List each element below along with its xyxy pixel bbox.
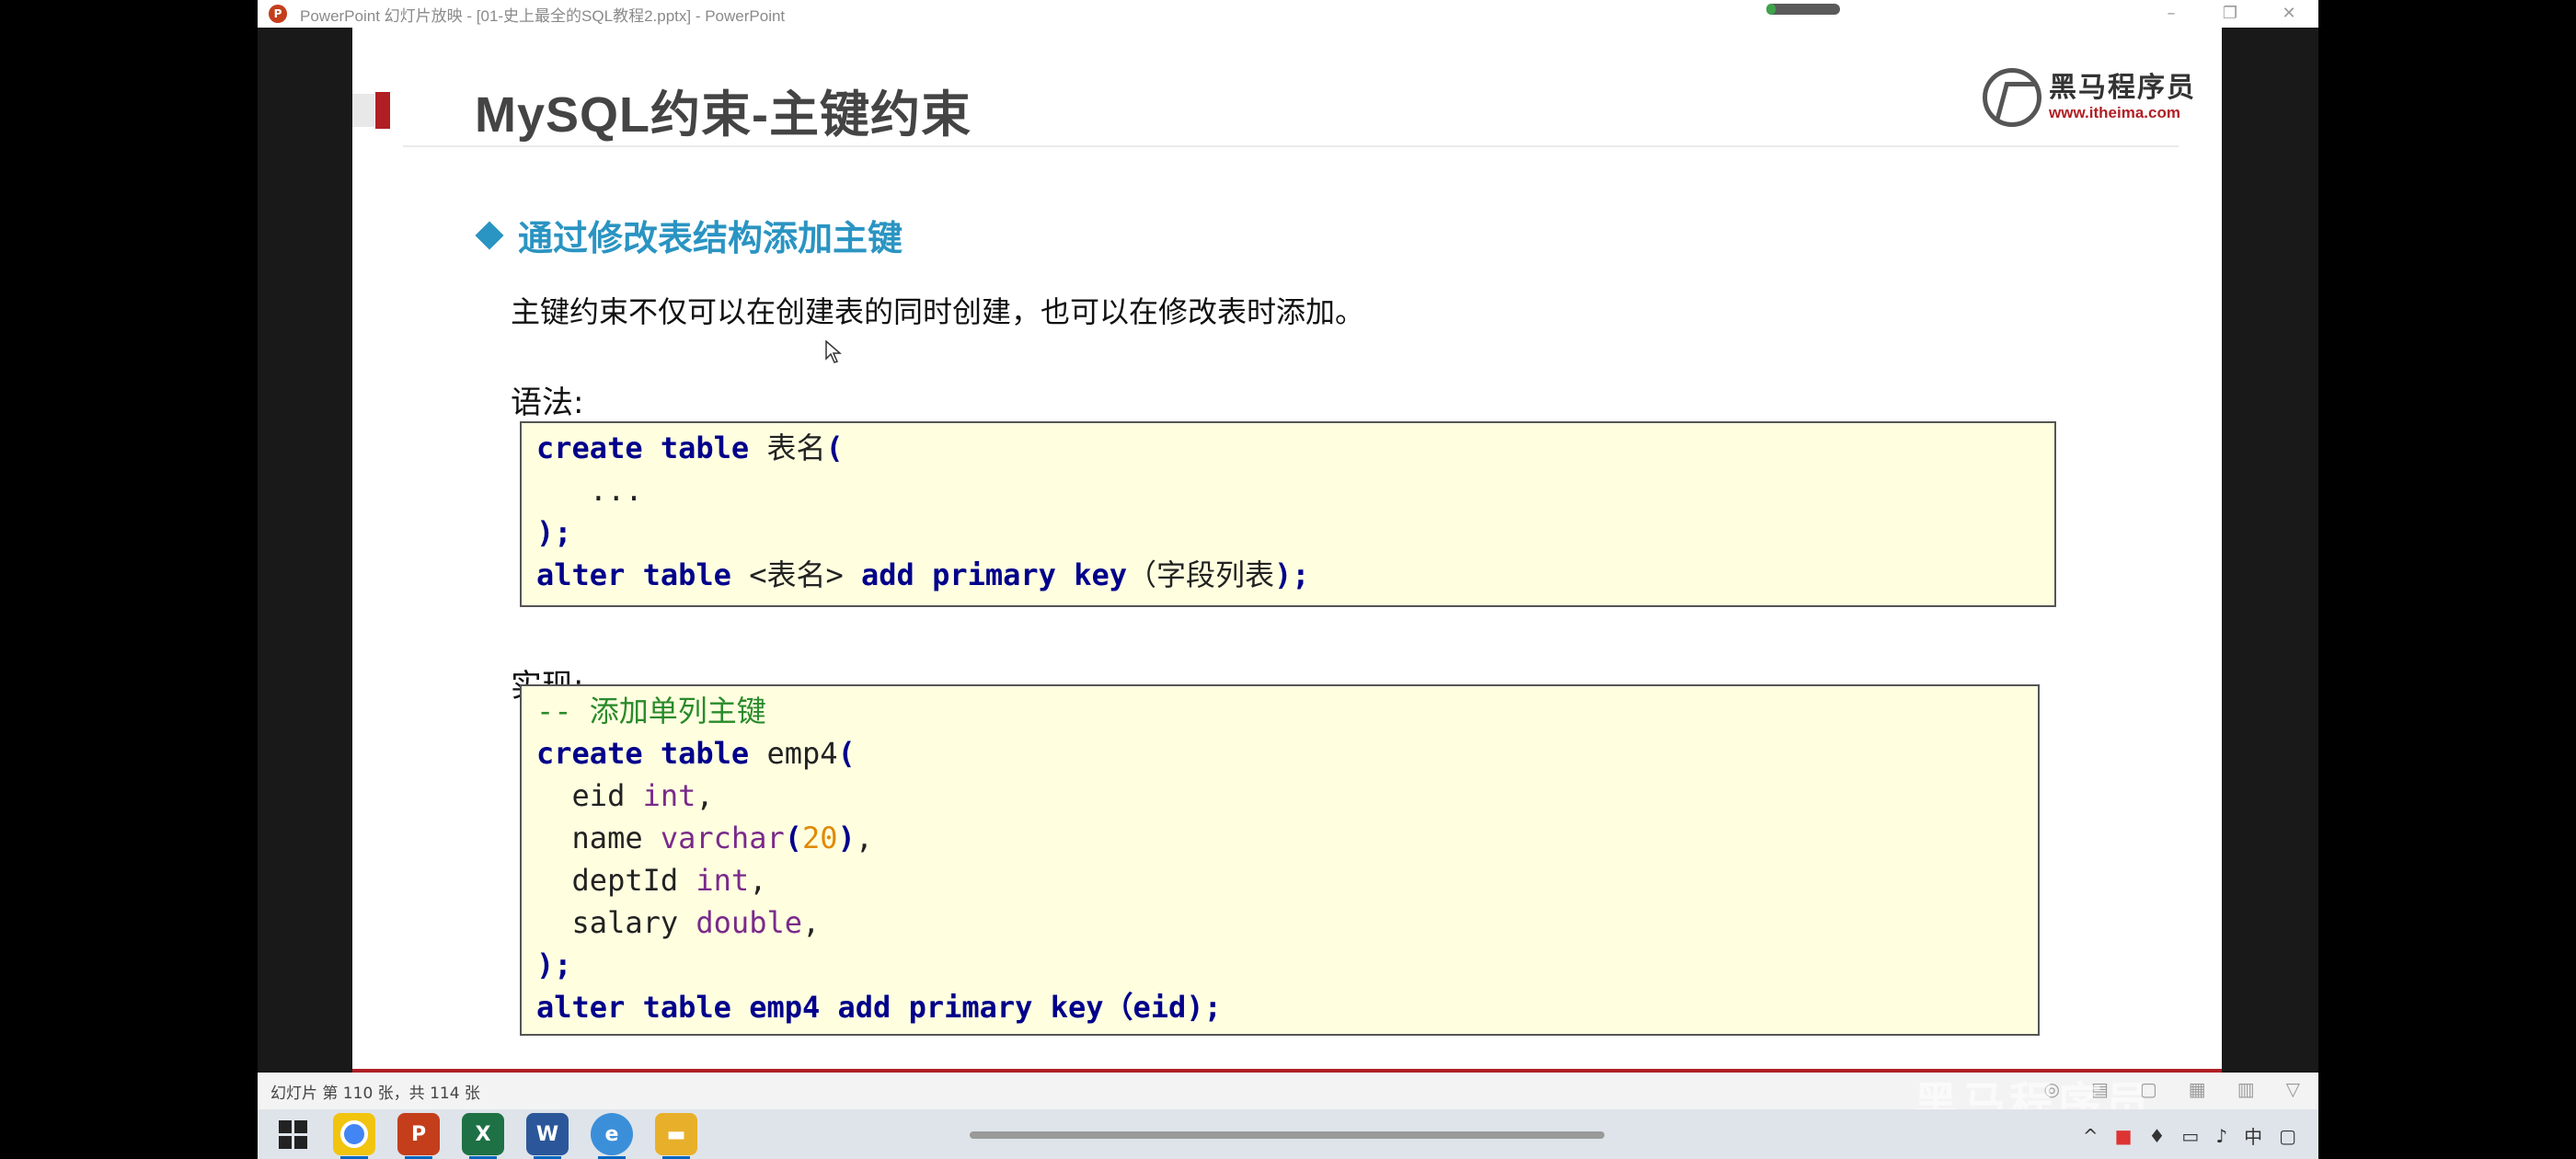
subheading: 通过修改表结构添加主键 [518,218,903,258]
diamond-bullet-icon [475,220,504,250]
subheading-row: 通过修改表结构添加主键 [475,210,903,260]
brand-name: 黑马程序员 [2049,72,2196,104]
excel-icon[interactable]: X [462,1113,504,1159]
mouse-cursor-icon [825,340,842,364]
heading-red-marker [375,92,390,129]
slide[interactable]: MySQL约束-主键约束 黑马程序员 www.itheima.com 通过修改表… [352,28,2222,1073]
code-line: create table emp4( [536,736,856,771]
slide-heading: MySQL约束-主键约束 [475,87,972,143]
syntax-code-block: create table 表名( ... ); alter table <表名>… [520,421,2056,607]
microphone-icon[interactable]: ♦ [2148,1125,2165,1147]
window-title: PowerPoint 幻灯片放映 - [01-史上最全的SQL教程2.pptx]… [300,6,786,25]
code-line: ... [536,473,643,508]
taskbar-scrollbar[interactable] [970,1131,1604,1139]
app-tray-icon[interactable]: ■ [2115,1125,2133,1147]
reading-view-icon[interactable]: ▥ [2237,1078,2255,1100]
code-comment: -- 添加单列主键 [536,694,766,729]
code-line: ); [536,515,572,550]
chevron-up-icon[interactable]: ^ [2083,1125,2099,1147]
powerpoint-icon: P [269,5,287,23]
slide-counter: 幻灯片 第 110 张，共 114 张 [270,1084,480,1103]
powerpoint-window: P PowerPoint 幻灯片放映 - [01-史上最全的SQL教程2.ppt… [258,0,2318,1159]
code-line: create table 表名( [536,430,844,465]
heading-divider [403,145,2179,147]
code-line: alter table <表名> add primary key（字段列表); [536,557,1310,592]
slide-area: MySQL约束-主键约束 黑马程序员 www.itheima.com 通过修改表… [258,28,2318,1073]
brand-logo: 黑马程序员 www.itheima.com [1983,68,2196,127]
browser-icon[interactable]: e [591,1113,633,1159]
taskbar: P X W e ▬ ^ ■ ♦ ▭ ♪ 中 ▢ [258,1109,2318,1159]
code-line: ); [536,947,572,982]
syntax-label: 语法: [511,384,584,421]
volume-icon[interactable]: ♪ [2215,1125,2227,1147]
word-icon[interactable]: W [526,1113,569,1159]
powerpoint-icon[interactable]: P [397,1113,440,1159]
restore-icon[interactable]: ❐ [2201,0,2260,28]
minimize-icon[interactable]: – [2142,0,2201,28]
slide-sorter-icon[interactable]: ▦ [2189,1078,2206,1100]
chrome-icon[interactable] [333,1113,375,1159]
windows-start-icon[interactable] [274,1116,311,1153]
system-tray: ^ ■ ♦ ▭ ♪ 中 ▢ [2083,1122,2296,1149]
brand-url: www.itheima.com [2049,104,2180,121]
heading-shadow-marker [352,94,374,127]
language-icon[interactable]: 中 [2244,1122,2262,1149]
description-text: 主键约束不仅可以在创建表的同时创建，也可以在修改表时添加。 [511,294,1365,329]
impl-code-block: -- 添加单列主键 create table emp4( eid int, na… [520,684,2040,1036]
code-line: deptId int, [536,863,767,898]
horse-logo-icon [1983,68,2041,127]
code-line: salary double, [536,905,821,940]
battery-icon[interactable]: ▭ [2181,1125,2199,1147]
presenter-progress [1766,4,1840,15]
file-explorer-icon[interactable]: ▬ [655,1113,697,1159]
notification-icon[interactable]: ▢ [2279,1125,2296,1147]
close-icon[interactable]: ✕ [2260,0,2318,28]
slideshow-icon[interactable]: ▽ [2286,1078,2300,1100]
code-line: alter table emp4 add primary key（eid); [536,990,1222,1025]
code-line: name varchar(20), [536,820,874,855]
title-bar: P PowerPoint 幻灯片放映 - [01-史上最全的SQL教程2.ppt… [258,0,2318,28]
code-line: eid int, [536,778,714,813]
